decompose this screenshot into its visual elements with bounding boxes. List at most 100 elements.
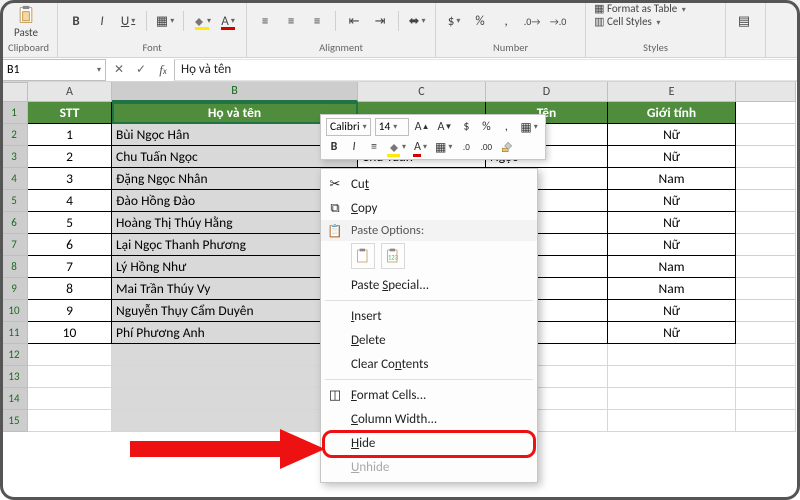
cell[interactable]: Nữ	[608, 124, 736, 146]
mini-font-select[interactable]: Calibri▾	[326, 118, 371, 136]
cell[interactable]: Nữ	[608, 212, 736, 234]
mini-bold-button[interactable]: B	[326, 138, 342, 156]
cell[interactable]	[736, 168, 796, 190]
comma-button[interactable]: ,	[496, 11, 516, 31]
ctx-format-cells[interactable]: ◫ Format Cells...	[321, 383, 537, 407]
cell[interactable]: 2	[28, 146, 112, 168]
enter-fx-button[interactable]: ✓	[130, 62, 152, 77]
row-header[interactable]: 15	[0, 410, 28, 432]
cell[interactable]: 7	[28, 256, 112, 278]
cell[interactable]	[736, 300, 796, 322]
cell[interactable]	[736, 256, 796, 278]
inc-decimal-button[interactable]: .0→	[522, 11, 542, 31]
col-header-A[interactable]: A	[28, 82, 112, 102]
cancel-fx-button[interactable]: ✕	[108, 62, 130, 77]
underline-button[interactable]: U	[118, 11, 138, 31]
cell[interactable]	[608, 366, 736, 388]
mini-formatpainter-button[interactable]	[498, 138, 516, 156]
cell[interactable]	[736, 102, 796, 124]
cell[interactable]	[28, 366, 112, 388]
cell[interactable]	[736, 124, 796, 146]
cell[interactable]: Nam	[608, 256, 736, 278]
cell[interactable]: 5	[28, 212, 112, 234]
cell[interactable]: Nữ	[608, 322, 736, 344]
dec-decimal-button[interactable]: →.0	[548, 11, 568, 31]
mini-border-button[interactable]: ▦	[518, 118, 539, 136]
row-header[interactable]: 3	[0, 146, 28, 168]
formula-input[interactable]: Họ và tên	[174, 59, 800, 81]
col-header-C[interactable]: C	[358, 82, 486, 102]
cell[interactable]	[736, 410, 796, 432]
align-left-button[interactable]: ≡	[255, 11, 275, 31]
paste-opt-default[interactable]	[351, 243, 375, 269]
fill-color-button[interactable]	[192, 11, 212, 31]
align-right-button[interactable]: ≡	[307, 11, 327, 31]
ctx-insert[interactable]: Insert	[321, 304, 537, 328]
cell-styles-button[interactable]: ▥ Cell Styles	[594, 15, 660, 28]
cell[interactable]	[28, 344, 112, 366]
cell[interactable]: 3	[28, 168, 112, 190]
ctx-hide[interactable]: Hide	[321, 431, 537, 455]
row-header[interactable]: 7	[0, 234, 28, 256]
ctx-copy[interactable]: ⧉ Copy	[321, 196, 537, 220]
cell[interactable]	[608, 410, 736, 432]
cell[interactable]	[736, 212, 796, 234]
merge-button[interactable]: ⬌	[407, 11, 427, 31]
cell[interactable]	[608, 344, 736, 366]
cell[interactable]	[736, 388, 796, 410]
cell[interactable]: Nam	[608, 278, 736, 300]
cell[interactable]: 9	[28, 300, 112, 322]
ctx-cut[interactable]: ✂ Cut	[321, 172, 537, 196]
cell[interactable]: Giới tính	[608, 102, 736, 124]
mini-incdec-button[interactable]: .0	[458, 138, 474, 156]
col-header-E[interactable]: E	[608, 82, 736, 102]
row-header[interactable]: 1	[0, 102, 28, 124]
cell[interactable]: Nữ	[608, 190, 736, 212]
col-header-F[interactable]	[736, 82, 796, 102]
row-header[interactable]: 4	[0, 168, 28, 190]
cell[interactable]	[28, 388, 112, 410]
mini-fontcolor-button[interactable]: A	[412, 138, 429, 156]
indent-dec-button[interactable]: ⇤	[344, 11, 364, 31]
grow-font-button[interactable]: A▲	[413, 118, 432, 136]
paste-button[interactable]: Paste	[8, 4, 44, 39]
cell[interactable]: 10	[28, 322, 112, 344]
mini-align-button[interactable]: ≡	[366, 138, 382, 156]
col-header-D[interactable]: D	[486, 82, 608, 102]
row-header[interactable]: 2	[0, 124, 28, 146]
cell[interactable]	[608, 388, 736, 410]
shrink-font-button[interactable]: A▼	[436, 118, 455, 136]
mini-italic-button[interactable]: I	[346, 138, 362, 156]
ctx-clear-contents[interactable]: Clear Contents	[321, 352, 537, 376]
insert-cells-button[interactable]: ▤	[734, 11, 754, 31]
cell[interactable]: 4	[28, 190, 112, 212]
row-header[interactable]: 10	[0, 300, 28, 322]
cell[interactable]: STT	[28, 102, 112, 124]
row-header[interactable]: 8	[0, 256, 28, 278]
percent-button[interactable]: %	[470, 11, 490, 31]
cell[interactable]: 1	[28, 124, 112, 146]
currency-button[interactable]: $	[444, 11, 464, 31]
row-header[interactable]: 5	[0, 190, 28, 212]
mini-comma-button[interactable]: ,	[498, 118, 514, 136]
mini-percent-button[interactable]: %	[478, 118, 494, 136]
cell[interactable]: Nữ	[608, 300, 736, 322]
cell[interactable]: Nữ	[608, 146, 736, 168]
bold-button[interactable]: B	[66, 11, 86, 31]
fx-icon[interactable]: fx	[152, 62, 174, 78]
indent-inc-button[interactable]: ⇥	[370, 11, 390, 31]
select-all-corner[interactable]	[0, 82, 28, 102]
row-header[interactable]: 11	[0, 322, 28, 344]
cell[interactable]: Nữ	[608, 234, 736, 256]
paste-opt-values[interactable]: 123	[381, 243, 405, 269]
font-color-button[interactable]: A	[218, 11, 238, 31]
cell[interactable]	[736, 190, 796, 212]
cell[interactable]: 6	[28, 234, 112, 256]
cell[interactable]	[28, 410, 112, 432]
cell[interactable]	[736, 322, 796, 344]
border-button[interactable]: ▦	[155, 11, 175, 31]
row-header[interactable]: 14	[0, 388, 28, 410]
cell[interactable]: Nam	[608, 168, 736, 190]
row-header[interactable]: 6	[0, 212, 28, 234]
cell[interactable]	[736, 278, 796, 300]
